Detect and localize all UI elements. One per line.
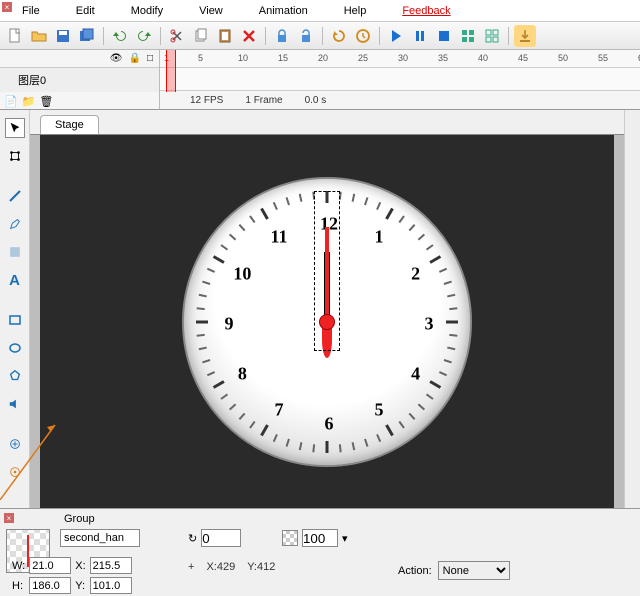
mouse-y-readout: Y:412 <box>247 561 275 573</box>
lock-col-icon[interactable]: 🔒 <box>129 53 141 64</box>
target-tool[interactable] <box>5 462 25 482</box>
y-input[interactable] <box>90 577 132 594</box>
rotation-input[interactable] <box>201 529 241 547</box>
add-folder-icon[interactable]: 📁 <box>22 95 36 108</box>
refresh-button[interactable] <box>328 25 350 47</box>
alpha-dropdown-icon[interactable]: ▾ <box>342 532 348 545</box>
menu-view[interactable]: View <box>181 5 241 17</box>
export-button[interactable] <box>514 25 536 47</box>
menu-bar: File Edit Modify View Animation Help Fee… <box>0 0 640 22</box>
history-button[interactable] <box>352 25 374 47</box>
alpha-input[interactable] <box>302 529 338 547</box>
selection-tool[interactable] <box>5 118 25 138</box>
pause-button[interactable] <box>409 25 431 47</box>
grid-icon[interactable] <box>481 25 503 47</box>
menu-animation[interactable]: Animation <box>241 5 326 17</box>
copy-button[interactable] <box>190 25 212 47</box>
crop-tool[interactable] <box>5 242 25 262</box>
clock-number: 2 <box>411 263 420 284</box>
workspace: A Stage 121234567891011 <box>0 110 640 508</box>
clock-number: 6 <box>325 413 334 434</box>
clock-number: 3 <box>425 313 434 334</box>
line-tool[interactable] <box>5 186 25 206</box>
main-toolbar <box>0 22 640 50</box>
vertical-scrollbar[interactable] <box>624 110 640 508</box>
layer-name: 图层0 <box>18 72 46 88</box>
timeline-frames[interactable] <box>160 68 640 92</box>
outline-col-icon[interactable]: □ <box>147 53 153 64</box>
frame-count-label: 1 Frame <box>245 95 282 106</box>
rect-tool[interactable] <box>5 310 25 330</box>
cut-button[interactable] <box>166 25 188 47</box>
properties-panel: × Group W: X: H: Y: ↻ ▾ + X:429 Y:412 Ac… <box>0 508 640 596</box>
clock-number: 11 <box>270 226 287 247</box>
sound-tool[interactable] <box>5 394 25 414</box>
eye-icon[interactable]: 👁 <box>110 53 123 64</box>
height-input[interactable] <box>29 577 71 594</box>
menu-feedback[interactable]: Feedback <box>384 5 468 17</box>
time-label: 0.0 s <box>305 95 327 106</box>
clock-number: 7 <box>275 400 284 421</box>
clock-number: 8 <box>238 363 247 384</box>
rotation-icon: ↻ <box>188 532 197 545</box>
pen-tool[interactable] <box>5 214 25 234</box>
height-label: H: <box>12 580 25 592</box>
fps-label: 12 FPS <box>190 95 223 106</box>
add-anchor-tool[interactable] <box>5 434 25 454</box>
stage-tab[interactable]: Stage <box>40 115 99 134</box>
action-select[interactable]: None <box>438 561 510 580</box>
x-input[interactable] <box>90 557 132 574</box>
clock-number: 1 <box>375 226 384 247</box>
clock-number: 10 <box>233 263 251 284</box>
open-file-button[interactable] <box>28 25 50 47</box>
clock-number: 9 <box>225 313 234 334</box>
layer-row[interactable]: 图层0 <box>0 68 159 92</box>
delete-layer-icon[interactable]: 🗑 <box>39 95 53 108</box>
object-name-input[interactable] <box>60 529 140 547</box>
clock-number: 5 <box>375 400 384 421</box>
menu-help[interactable]: Help <box>326 5 385 17</box>
delete-button[interactable] <box>238 25 260 47</box>
tool-palette: A <box>0 110 30 508</box>
timeline-ruler[interactable]: 1 5 10 15 20 25 30 35 40 45 50 55 60 <box>160 50 640 68</box>
clock-number: 4 <box>411 363 420 384</box>
text-tool[interactable]: A <box>5 270 25 290</box>
playhead[interactable] <box>166 50 176 92</box>
save-button[interactable] <box>52 25 74 47</box>
stop-button[interactable] <box>433 25 455 47</box>
x-label: X: <box>75 560 85 572</box>
timeline-panel: × 👁 🔒 □ 图层0 📄 📁 🗑 1 5 10 15 20 25 30 35 … <box>0 50 640 110</box>
stage-tabs: Stage <box>30 110 624 134</box>
group-type-label: Group <box>64 513 95 525</box>
mouse-x-readout: X:429 <box>206 561 235 573</box>
timeline-status: 12 FPS 1 Frame 0.0 s <box>160 91 640 109</box>
width-label: W: <box>12 560 25 572</box>
play-button[interactable] <box>385 25 407 47</box>
width-input[interactable] <box>29 557 71 574</box>
close-props-icon[interactable]: × <box>4 513 14 523</box>
lock-button[interactable] <box>271 25 293 47</box>
new-file-button[interactable] <box>4 25 26 47</box>
selection-box[interactable] <box>314 191 340 351</box>
canvas[interactable]: 121234567891011 <box>30 134 624 508</box>
undo-button[interactable] <box>109 25 131 47</box>
alpha-swatch[interactable] <box>282 530 298 546</box>
plus-icon[interactable]: + <box>188 561 194 573</box>
menu-modify[interactable]: Modify <box>113 5 181 17</box>
ellipse-tool[interactable] <box>5 338 25 358</box>
layers-icon[interactable] <box>457 25 479 47</box>
clock-face: 121234567891011 <box>182 177 472 467</box>
unlock-button[interactable] <box>295 25 317 47</box>
paste-button[interactable] <box>214 25 236 47</box>
menu-edit[interactable]: Edit <box>58 5 113 17</box>
close-timeline-icon[interactable]: × <box>2 2 12 12</box>
transform-tool[interactable] <box>5 146 25 166</box>
action-label: Action: <box>398 565 432 577</box>
add-layer-icon[interactable]: 📄 <box>4 95 18 108</box>
save-all-button[interactable] <box>76 25 98 47</box>
redo-button[interactable] <box>133 25 155 47</box>
y-label: Y: <box>75 580 85 592</box>
menu-file[interactable]: File <box>4 5 58 17</box>
polygon-tool[interactable] <box>5 366 25 386</box>
